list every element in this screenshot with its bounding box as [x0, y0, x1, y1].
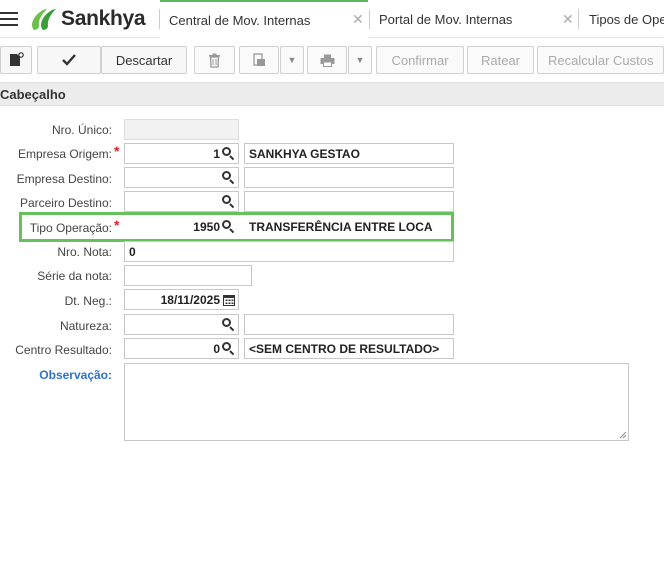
centro-resultado-code: 0 — [213, 342, 220, 356]
section-header[interactable]: Cabeçalho — [0, 82, 664, 106]
dt-neg-field[interactable]: 18/11/2025 — [124, 289, 239, 310]
recalculate-costs-button[interactable]: Recalcular Custos — [537, 46, 664, 74]
close-icon[interactable]: ✕ — [352, 11, 364, 28]
tipo-operacao-code: 1950 — [193, 220, 220, 234]
dt-neg-label: Dt. Neg.: — [64, 294, 112, 308]
parceiro-destino-label: Parceiro Destino: — [19, 196, 112, 210]
toolbar: Descartar ▼ ▼ Confirmar Ratear Recalcula… — [0, 44, 664, 76]
close-icon[interactable]: ✕ — [562, 11, 574, 28]
print-button[interactable] — [307, 46, 347, 74]
empresa-origem-code: 1 — [213, 147, 220, 161]
parceiro-destino-code-field[interactable] — [124, 191, 239, 212]
natureza-code-field[interactable] — [124, 314, 239, 335]
parceiro-destino-name-field[interactable] — [244, 191, 454, 212]
discard-button[interactable]: Descartar — [101, 46, 187, 74]
serie-nota-label: Série da nota: — [37, 269, 112, 283]
search-icon[interactable] — [222, 342, 235, 356]
required-marker: * — [114, 143, 120, 159]
top-bar: Sankhya Central de Mov. Internas ✕ Porta… — [0, 0, 664, 38]
tab-label: Portal de Mov. Internas — [379, 11, 513, 27]
tipo-operacao-label: Tipo Operação: — [29, 221, 112, 235]
centro-resultado-label: Centro Resultado: — [15, 343, 112, 357]
brand-logo[interactable]: Sankhya — [28, 6, 146, 32]
trash-icon — [209, 53, 220, 68]
empresa-origem-label: Empresa Origem: — [17, 147, 112, 161]
nro-nota-field[interactable]: 0 — [124, 241, 454, 262]
tab-central-mov-internas[interactable]: Central de Mov. Internas — [160, 0, 368, 38]
duplicate-dropdown-button[interactable]: ▼ — [280, 46, 304, 74]
confirm-button[interactable]: Confirmar — [376, 46, 464, 74]
empresa-origem-name-field[interactable]: SANKHYA GESTAO — [244, 143, 454, 164]
tipo-operacao-name-field[interactable]: TRANSFERÊNCIA ENTRE LOCA — [244, 216, 450, 237]
search-icon[interactable] — [222, 318, 235, 332]
search-icon[interactable] — [222, 147, 235, 161]
calendar-icon[interactable] — [223, 294, 235, 306]
search-icon[interactable] — [222, 220, 235, 234]
tipo-operacao-code-field[interactable]: 1950 — [124, 216, 239, 237]
section-title: Cabeçalho — [0, 87, 66, 102]
empresa-destino-name-field[interactable] — [244, 167, 454, 188]
observacao-label: Observação: — [39, 368, 112, 382]
caret-down-icon: ▼ — [355, 55, 365, 65]
sankhya-logo-icon — [32, 9, 56, 30]
duplicate-button[interactable] — [239, 46, 279, 74]
tab-label: Tipos de Ope — [589, 11, 664, 27]
print-dropdown-button[interactable]: ▼ — [348, 46, 372, 74]
search-icon[interactable] — [222, 195, 235, 209]
search-icon[interactable] — [222, 171, 235, 185]
delete-button[interactable] — [194, 46, 235, 74]
resize-handle-icon[interactable] — [619, 431, 627, 439]
check-icon — [62, 54, 76, 66]
centro-resultado-name-field[interactable]: <SEM CENTRO DE RESULTADO> — [244, 338, 454, 359]
observacao-textarea[interactable] — [124, 363, 629, 441]
caret-down-icon: ▼ — [287, 55, 297, 65]
tab-label: Central de Mov. Internas — [169, 12, 311, 28]
nro-nota-label: Nro. Nota: — [57, 245, 112, 259]
centro-resultado-code-field[interactable]: 0 — [124, 338, 239, 359]
dt-neg-value: 18/11/2025 — [160, 293, 220, 307]
empresa-destino-label: Empresa Destino: — [16, 172, 112, 186]
ratear-button[interactable]: Ratear — [467, 46, 534, 74]
tab-tipos-operacao[interactable]: Tipos de Ope — [579, 0, 664, 38]
tab-portal-mov-internas[interactable]: Portal de Mov. Internas — [370, 0, 570, 38]
empresa-origem-code-field[interactable]: 1 — [124, 143, 239, 164]
save-button[interactable] — [37, 46, 101, 74]
printer-icon — [320, 54, 334, 67]
new-document-icon — [10, 52, 24, 66]
nro-unico-label: Nro. Único: — [51, 123, 112, 137]
brand-name: Sankhya — [61, 7, 146, 30]
new-record-button[interactable] — [0, 46, 32, 74]
natureza-name-field[interactable] — [244, 314, 454, 335]
nro-unico-field[interactable] — [124, 119, 239, 140]
empresa-destino-code-field[interactable] — [124, 167, 239, 188]
serie-nota-field[interactable] — [124, 265, 252, 286]
copy-document-icon — [252, 53, 265, 66]
natureza-label: Natureza: — [59, 319, 112, 333]
required-marker: * — [114, 217, 120, 233]
menu-icon[interactable] — [0, 12, 18, 26]
